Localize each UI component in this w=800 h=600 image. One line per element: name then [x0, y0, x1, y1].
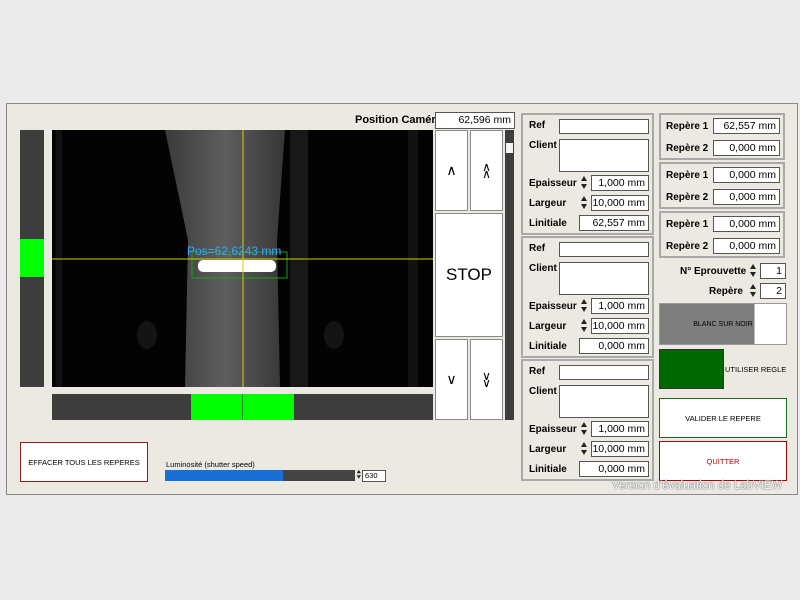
- linitiale-field-3: 0,000 mm: [579, 461, 649, 477]
- move-down-fast-button[interactable]: ∨ ∨: [470, 339, 503, 420]
- scrollbar-thumb[interactable]: [506, 143, 513, 153]
- repere1-field-3: 0,000 mm: [713, 216, 780, 232]
- ref-input-3[interactable]: [559, 365, 649, 380]
- ref-label-2: Ref: [529, 243, 546, 254]
- client-label-1: Client: [529, 140, 557, 151]
- luminosite-slider-fill: [165, 470, 283, 481]
- ref-label-3: Ref: [529, 366, 546, 377]
- luminosite-field[interactable]: 630: [362, 470, 386, 482]
- epaisseur-field-3[interactable]: 1,000 mm: [591, 421, 649, 437]
- camera-view: Pos=62,6243 mm: [52, 130, 433, 387]
- move-up-button[interactable]: ∧: [435, 130, 468, 211]
- chevron-down-icon: ∨: [482, 375, 491, 390]
- epaisseur-spinner-1[interactable]: [580, 175, 589, 191]
- move-down-button[interactable]: ∨: [435, 339, 468, 420]
- ref-input-2[interactable]: [559, 242, 649, 257]
- largeur-spinner-3[interactable]: [580, 441, 589, 457]
- epaisseur-field-1[interactable]: 1,000 mm: [591, 175, 649, 191]
- repere1-label-1: Repère 1: [666, 121, 709, 132]
- epaisseur-label-3: Epaisseur: [529, 424, 577, 435]
- repere1-label-2: Repère 1: [666, 170, 709, 181]
- repere1-field-2: 0,000 mm: [713, 167, 780, 183]
- largeur-label-1: Largeur: [529, 198, 567, 209]
- largeur-field-1[interactable]: 10,000 mm: [591, 195, 649, 211]
- ref-input-1[interactable]: [559, 119, 649, 134]
- effacer-reperes-button[interactable]: EFFACER TOUS LES REPERES: [20, 442, 148, 482]
- epaisseur-label-2: Epaisseur: [529, 301, 577, 312]
- repere2-field-2: 0,000 mm: [713, 189, 780, 205]
- eprouvette-label: N° Eprouvette: [680, 266, 747, 277]
- linitiale-field-1: 62,557 mm: [579, 215, 649, 231]
- client-input-3[interactable]: [559, 385, 649, 418]
- largeur-spinner-2[interactable]: [580, 318, 589, 334]
- repere2-label-2: Repère 2: [666, 192, 709, 203]
- repere2-label-1: Repère 2: [666, 143, 709, 154]
- horizontal-gauge-center-line: [242, 394, 243, 420]
- linitiale-label-1: Linitiale: [529, 218, 567, 229]
- epaisseur-field-2[interactable]: 1,000 mm: [591, 298, 649, 314]
- camera-image: [52, 130, 433, 387]
- vertical-position-gauge[interactable]: [20, 130, 44, 387]
- position-camera-label: Position Caméra: [355, 114, 442, 126]
- quitter-button[interactable]: QUITTER: [659, 441, 787, 481]
- largeur-field-2[interactable]: 10,000 mm: [591, 318, 649, 334]
- repere2-label-3: Repère 2: [666, 241, 709, 252]
- epaisseur-spinner-3[interactable]: [580, 421, 589, 437]
- valider-repere-button[interactable]: VALIDER LE REPERE: [659, 398, 787, 438]
- repere-select-label: Repère: [709, 286, 743, 297]
- luminosite-slider[interactable]: [165, 470, 355, 481]
- linitiale-label-2: Linitiale: [529, 341, 567, 352]
- evaluation-watermark: Version d'évaluation de LabVIEW: [612, 480, 783, 492]
- repere1-field-1: 62,557 mm: [713, 118, 780, 134]
- largeur-field-3[interactable]: 10,000 mm: [591, 441, 649, 457]
- linitiale-label-3: Linitiale: [529, 464, 567, 475]
- ref-label-1: Ref: [529, 120, 546, 131]
- utiliser-regle-label: UTILISER REGLE: [725, 365, 787, 374]
- position-overlay-text: Pos=62,6243 mm: [187, 244, 282, 258]
- utiliser-regle-indicator[interactable]: [659, 349, 724, 389]
- eprouvette-spinner[interactable]: [749, 263, 758, 279]
- repere-select-spinner[interactable]: [749, 283, 758, 299]
- eprouvette-field[interactable]: 1: [760, 263, 786, 279]
- epaisseur-spinner-2[interactable]: [580, 298, 589, 314]
- marker-blob: [198, 260, 276, 272]
- largeur-label-2: Largeur: [529, 321, 567, 332]
- epaisseur-label-1: Epaisseur: [529, 178, 577, 189]
- luminosite-label: Luminosité (shutter speed): [166, 460, 255, 469]
- largeur-spinner-1[interactable]: [580, 195, 589, 211]
- vertical-gauge-indicator: [20, 239, 44, 277]
- client-input-1[interactable]: [559, 139, 649, 172]
- stop-button[interactable]: STOP: [435, 213, 503, 337]
- largeur-label-3: Largeur: [529, 444, 567, 455]
- move-up-fast-button[interactable]: ∧ ∧: [470, 130, 503, 211]
- client-label-2: Client: [529, 263, 557, 274]
- repere2-field-3: 0,000 mm: [713, 238, 780, 254]
- linitiale-field-2: 0,000 mm: [579, 338, 649, 354]
- client-input-2[interactable]: [559, 262, 649, 295]
- repere-select-field[interactable]: 2: [760, 283, 786, 299]
- client-label-3: Client: [529, 386, 557, 397]
- repere2-field-1: 0,000 mm: [713, 140, 780, 156]
- scrollbar[interactable]: [505, 130, 514, 420]
- position-camera-field: 62,596 mm: [435, 112, 515, 129]
- chevron-up-icon: ∧: [482, 166, 491, 181]
- repere1-label-3: Repère 1: [666, 219, 709, 230]
- blanc-sur-noir-label: BLANC SUR NOIR: [693, 320, 753, 328]
- horizontal-position-gauge[interactable]: [52, 394, 433, 420]
- blanc-sur-noir-toggle[interactable]: BLANC SUR NOIR: [659, 303, 787, 345]
